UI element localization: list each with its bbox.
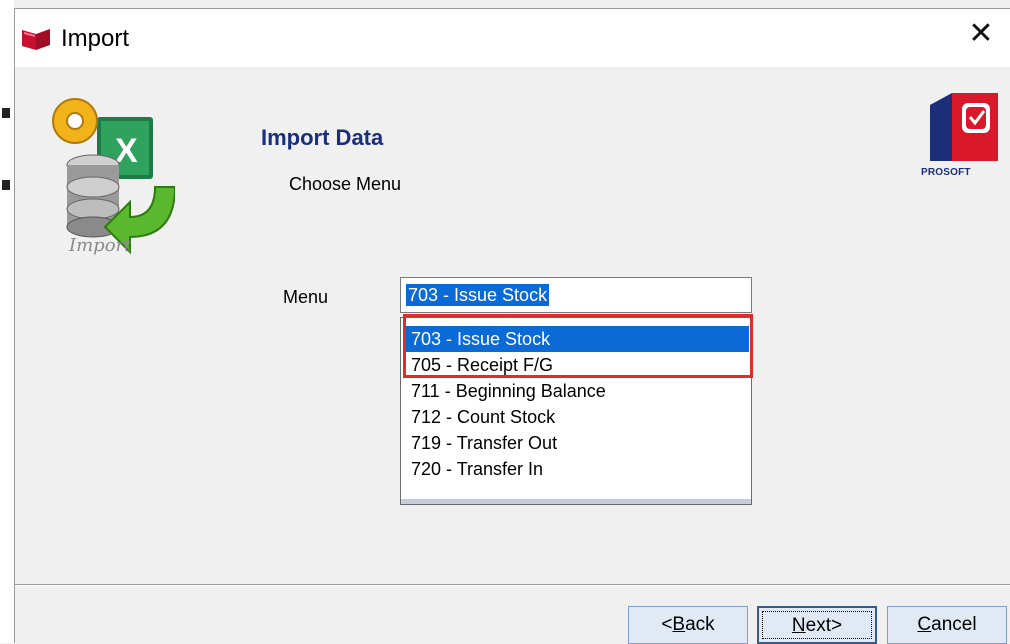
title-bar: Import ✕: [15, 9, 1010, 67]
back-button-label: ack: [685, 614, 715, 635]
import-dialog: Import ✕ X Import Import Data Choose Men…: [14, 8, 1010, 644]
logo-text: PROSOFT: [921, 167, 971, 178]
footer-divider: [15, 584, 1010, 586]
menu-dropdown-list[interactable]: 703 - Issue Stock 705 - Receipt F/G 711 …: [400, 317, 752, 505]
page-title: Import Data: [261, 125, 384, 150]
cancel-button-accesskey: C: [917, 614, 932, 635]
page-subtitle: Choose Menu: [289, 174, 402, 194]
book-icon: [22, 29, 50, 50]
back-button-prefix: <: [661, 614, 673, 635]
menu-label: Menu: [283, 287, 329, 307]
back-button-accesskey: B: [672, 614, 686, 635]
focus-rect: [762, 611, 872, 639]
option-705-receipt-fg[interactable]: 705 - Receipt F/G: [403, 352, 749, 378]
back-button[interactable]: <Back: [628, 606, 748, 644]
option-703-issue-stock[interactable]: 703 - Issue Stock: [403, 326, 749, 352]
cancel-button[interactable]: Cancel: [887, 606, 1007, 644]
cancel-button-label: ancel: [931, 614, 977, 635]
import-icon-label: Import: [69, 235, 132, 256]
close-icon[interactable]: ✕: [966, 19, 996, 49]
window-title: Import: [61, 25, 130, 52]
next-button[interactable]: Next>: [757, 606, 877, 644]
menu-combobox-value[interactable]: 703 - Issue Stock: [406, 284, 550, 306]
background-window-strip: [0, 0, 14, 643]
option-712-count-stock[interactable]: 712 - Count Stock: [403, 404, 749, 430]
option-711-beginning-balance[interactable]: 711 - Beginning Balance: [403, 378, 749, 404]
dropdown-bottom-edge: [401, 499, 751, 504]
option-719-transfer-out[interactable]: 719 - Transfer Out: [403, 430, 749, 456]
option-720-transfer-in[interactable]: 720 - Transfer In: [403, 456, 749, 482]
menu-combobox[interactable]: 703 - Issue Stock: [400, 277, 752, 313]
